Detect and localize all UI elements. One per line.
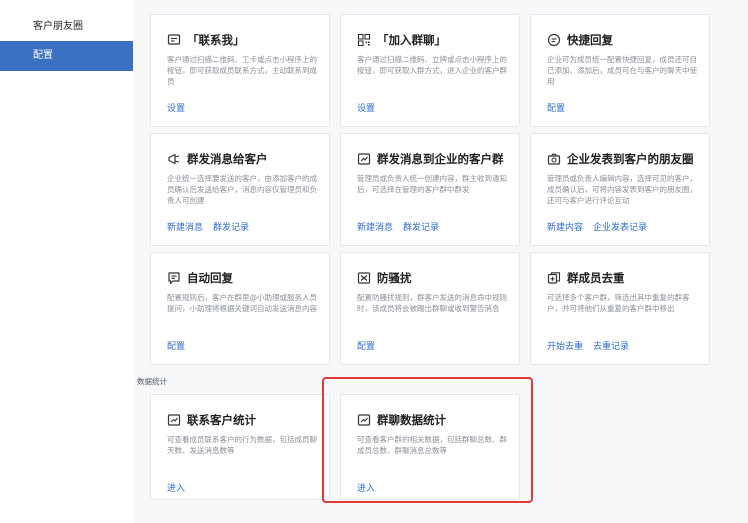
card-desc: 可选择多个客户群，筛选出其中重复的群客户，并可将他们从重复的客户群中移出 — [547, 293, 690, 313]
card-title: 企业发表到客户的朋友圈 — [567, 152, 694, 166]
sidebar-item-moments[interactable]: 客户朋友圈 — [0, 12, 133, 42]
card-title: 「加入群聊」 — [377, 33, 446, 47]
card-title: 群成员去重 — [567, 271, 625, 285]
card-desc: 管理员或负责人统一创建内容，群主收到通知后，可选择在管理的客户群中群发 — [357, 174, 507, 194]
card-desc: 配置规则后，客户在群里@小助理或服务人员提问，小助理将根据关键词自动发送消息内容 — [167, 293, 317, 313]
card-title: 自动回复 — [187, 271, 233, 285]
section-title-data-stats: 数据统计 — [137, 377, 167, 386]
card-dedupe: 群成员去重 可选择多个客户群，筛选出其中重复的群客户，并可将他们从重复的客户群中… — [530, 252, 710, 365]
dedupe-history-link[interactable]: 去重记录 — [593, 342, 629, 352]
card-desc: 企业可为成员统一配置快捷回复，成员还可自己添加、添加后，成员可在与客户的聊天中使… — [547, 55, 697, 86]
card-contact-me: 「联系我」 客户通过扫描二维码、工卡或点击小程序上的按钮，即可获取成员联系方式，… — [150, 14, 330, 127]
card-broadcast-groups: 群发消息到企业的客户群 管理员或负责人统一创建内容，群主收到通知后，可选择在管理… — [340, 133, 520, 246]
card-quick-reply: 快捷回复 企业可为成员统一配置快捷回复，成员还可自己添加、添加后，成员可在与客户… — [530, 14, 710, 127]
card-desc: 企业统一选择要发送的客户，由添加客户的成员确认后发送给客户，消息内容仅管理员和负… — [167, 174, 317, 205]
card-title: 群发消息给客户 — [187, 152, 268, 166]
setup-link[interactable]: 设置 — [357, 104, 375, 114]
card-title: 联系客户统计 — [187, 413, 256, 427]
card-title: 快捷回复 — [567, 33, 613, 47]
setup-link[interactable]: 设置 — [167, 104, 185, 114]
dedupe-icon — [547, 271, 561, 285]
card-moments-publish: 企业发表到客户的朋友圈 管理员或负责人编辑内容，选择可见的客户，成员确认后，可将… — [530, 133, 710, 246]
camera-icon — [547, 152, 561, 166]
chart-icon — [167, 413, 181, 427]
qrcode-icon — [357, 33, 371, 47]
card-desc: 管理员或负责人编辑内容，选择可见的客户，成员确认后，可将内容发表到客户的朋友圈，… — [547, 174, 697, 205]
contact-me-icon — [167, 33, 181, 47]
config-link[interactable]: 配置 — [547, 104, 565, 114]
card-contact-stats: 联系客户统计 可查看成员联系客户的行为数据，包括成员聊天数、发送消息数等 进入 — [150, 394, 330, 500]
card-desc: 配置防骚扰规则，群客户发送的消息命中规则时，该成员将会被踢出群聊或收到警告消息 — [357, 293, 507, 313]
enter-link[interactable]: 进入 — [167, 484, 185, 494]
broadcast-history-link[interactable]: 群发记录 — [213, 223, 249, 233]
auto-reply-icon — [167, 271, 181, 285]
new-content-link[interactable]: 新建内容 — [547, 223, 583, 233]
card-join-group: 「加入群聊」 客户通过扫描二维码、立牌或点击小程序上的按钮，即可获取入群方式，进… — [340, 14, 520, 127]
sidebar: 客户朋友圈 配置 — [0, 0, 133, 523]
highlight-box — [322, 377, 533, 503]
card-title: 群发消息到企业的客户群 — [377, 152, 504, 166]
publish-history-link[interactable]: 企业发表记录 — [593, 223, 647, 233]
config-link[interactable]: 配置 — [167, 342, 185, 352]
card-broadcast-customers: 群发消息给客户 企业统一选择要发送的客户，由添加客户的成员确认后发送给客户，消息… — [150, 133, 330, 246]
config-link[interactable]: 配置 — [357, 342, 375, 352]
new-message-link[interactable]: 新建消息 — [167, 223, 203, 233]
card-desc: 客户通过扫描二维码、工卡或点击小程序上的按钮，即可获取成员联系方式，主动联系到成… — [167, 55, 317, 86]
broadcast-history-link[interactable]: 群发记录 — [403, 223, 439, 233]
card-title: 防骚扰 — [377, 271, 412, 285]
card-title: 「联系我」 — [187, 33, 245, 47]
sidebar-item-config[interactable]: 配置 — [0, 41, 133, 71]
megaphone-icon — [167, 152, 181, 166]
anti-harass-icon — [357, 271, 371, 285]
card-anti-harass: 防骚扰 配置防骚扰规则，群客户发送的消息命中规则时，该成员将会被踢出群聊或收到警… — [340, 252, 520, 365]
new-message-link[interactable]: 新建消息 — [357, 223, 393, 233]
card-desc: 客户通过扫描二维码、立牌或点击小程序上的按钮，即可获取入群方式，进入企业的客户群 — [357, 55, 507, 75]
quick-reply-icon — [547, 33, 561, 47]
card-desc: 可查看成员联系客户的行为数据，包括成员聊天数、发送消息数等 — [167, 435, 317, 455]
main-content: 「联系我」 客户通过扫描二维码、工卡或点击小程序上的按钮，即可获取成员联系方式，… — [133, 0, 748, 523]
group-broadcast-icon — [357, 152, 371, 166]
start-dedupe-link[interactable]: 开始去重 — [547, 342, 583, 352]
card-auto-reply: 自动回复 配置规则后，客户在群里@小助理或服务人员提问，小助理将根据关键词自动发… — [150, 252, 330, 365]
